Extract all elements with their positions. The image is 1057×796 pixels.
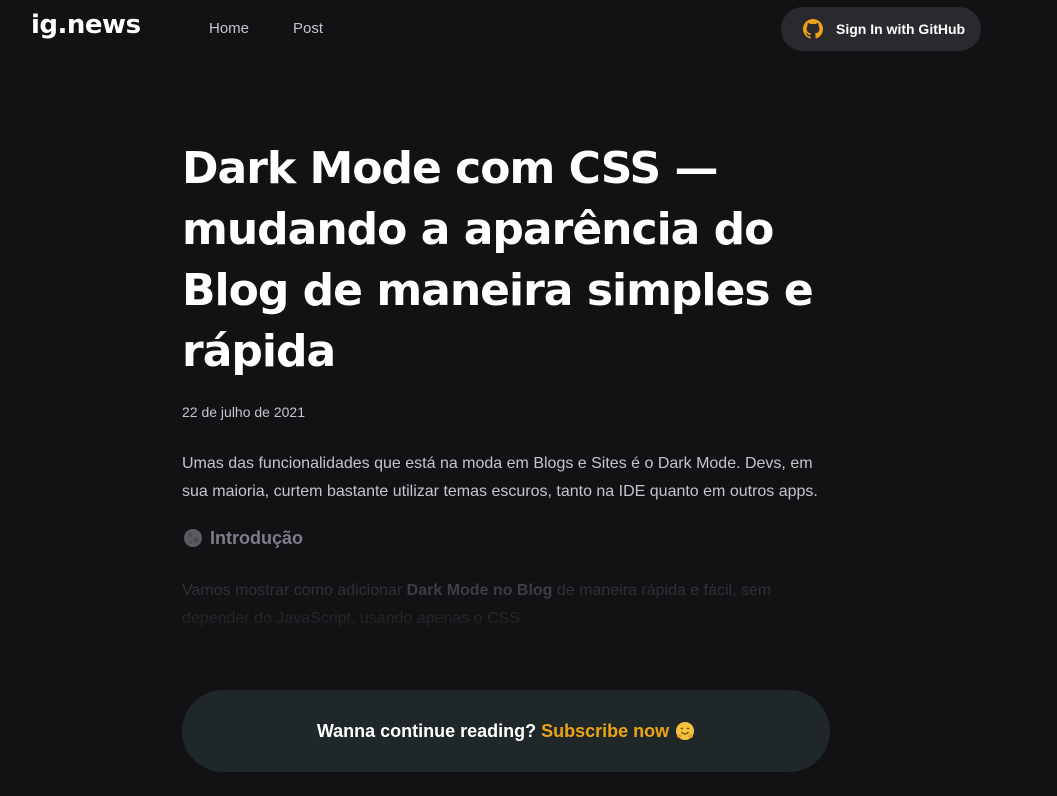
continue-reading-banner: Wanna continue reading? Subscribe now [182,690,830,772]
post-lead: Umas das funcionalidades que está na mod… [182,455,818,500]
preview-text-before: Vamos mostrar como adicionar [182,582,407,599]
intro-heading: Introdução [182,527,303,549]
subscribe-now-link[interactable]: Subscribe now [541,721,669,742]
preview-bold: Dark Mode no Blog [406,582,553,599]
post-preview: Vamos mostrar como adicionar Dark Mode n… [182,577,842,633]
signin-github-button[interactable]: Sign In with GitHub [781,7,981,51]
intro-heading-text: Introdução [210,527,303,548]
nav-link-home[interactable]: Home [209,20,249,37]
logo[interactable]: ig.news [31,10,141,40]
site-header: ig.news Home Post Sign In with GitHub [0,0,1057,58]
post-title: Dark Mode com CSS — mudando a aparência … [182,143,814,377]
nav-link-post[interactable]: Post [293,20,323,37]
github-icon [803,19,823,39]
main-nav: Home Post [209,20,323,37]
post-date: 22 de julho de 2021 [182,404,305,420]
cta-prompt: Wanna continue reading? [316,720,537,741]
signin-label: Sign In with GitHub [836,21,966,37]
hugging-face-emoji-icon [676,722,695,740]
moon-emoji-icon [184,529,202,547]
